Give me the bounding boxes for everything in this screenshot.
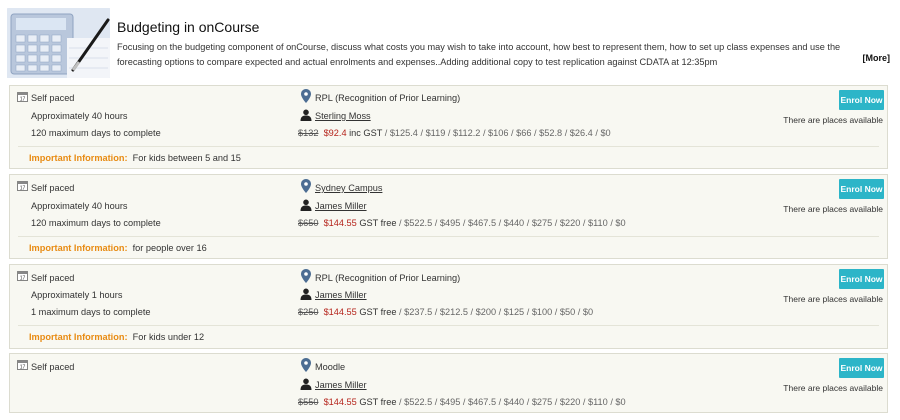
price-current: $144.55 bbox=[323, 397, 357, 407]
class-mode: Self paced bbox=[31, 93, 75, 103]
tutor-link[interactable]: James Miller bbox=[315, 290, 367, 300]
class-row: 17 Self paced Approximately 1 hours 1 ma… bbox=[9, 264, 888, 349]
row-divider bbox=[18, 325, 879, 326]
map-pin-icon bbox=[301, 358, 311, 372]
class-price: $250 $144.55 GST free / $237.5 / $212.5 … bbox=[298, 307, 593, 317]
person-icon bbox=[300, 109, 312, 121]
calendar-icon: 17 bbox=[17, 92, 28, 102]
class-price: $550 $144.55 GST free / $522.5 / $495 / … bbox=[298, 397, 626, 407]
important-info: Important Information: for people over 1… bbox=[29, 243, 207, 253]
class-row: 17 Self paced Moodle James Miller $550 $… bbox=[9, 353, 888, 413]
row-divider bbox=[18, 236, 879, 237]
enrol-now-button[interactable]: Enrol Now bbox=[839, 179, 884, 199]
important-info-label: Important Information: bbox=[29, 243, 128, 253]
important-info: Important Information: For kids under 12 bbox=[29, 332, 204, 342]
svg-text:17: 17 bbox=[20, 276, 26, 281]
class-price: $650 $144.55 GST free / $522.5 / $495 / … bbox=[298, 218, 626, 228]
class-price: $132 $92.4 inc GST / $125.4 / $119 / $11… bbox=[298, 128, 611, 138]
price-concessions: / $522.5 / $495 / $467.5 / $440 / $275 /… bbox=[396, 397, 626, 407]
class-max-days: 120 maximum days to complete bbox=[31, 218, 161, 228]
price-current: $144.55 bbox=[323, 218, 357, 228]
svg-text:17: 17 bbox=[20, 186, 26, 191]
person-icon bbox=[300, 199, 312, 211]
enrol-now-button[interactable]: Enrol Now bbox=[839, 269, 884, 289]
availability-status: There are places available bbox=[783, 294, 883, 304]
price-concessions: / $237.5 / $212.5 / $200 / $125 / $100 /… bbox=[396, 307, 594, 317]
course-description: Focusing on the budgeting component of o… bbox=[117, 42, 841, 67]
class-row: 17 Self paced Approximately 40 hours 120… bbox=[9, 174, 888, 259]
map-pin-icon bbox=[301, 179, 311, 193]
row-divider bbox=[18, 146, 879, 147]
class-row: 17 Self paced Approximately 40 hours 120… bbox=[9, 85, 888, 169]
important-info-text: For kids between 5 and 15 bbox=[132, 153, 241, 163]
gst-label: GST free bbox=[359, 307, 397, 317]
course-header: Budgeting in onCourse Focusing on the bu… bbox=[0, 0, 900, 82]
class-duration: Approximately 40 hours bbox=[31, 201, 128, 211]
location-link[interactable]: Sydney Campus bbox=[315, 183, 382, 193]
map-pin-icon bbox=[301, 269, 311, 283]
course-thumbnail-image bbox=[7, 8, 110, 78]
important-info-label: Important Information: bbox=[29, 153, 128, 163]
class-max-days: 120 maximum days to complete bbox=[31, 128, 161, 138]
important-info-label: Important Information: bbox=[29, 332, 128, 342]
availability-status: There are places available bbox=[783, 383, 883, 393]
class-mode: Self paced bbox=[31, 362, 75, 372]
class-location: Moodle bbox=[315, 362, 346, 372]
price-current: $144.55 bbox=[323, 307, 357, 317]
price-original: $132 bbox=[298, 128, 319, 138]
enrol-now-button[interactable]: Enrol Now bbox=[839, 358, 884, 378]
important-info-text: For kids under 12 bbox=[132, 332, 205, 342]
svg-text:17: 17 bbox=[20, 365, 26, 370]
class-mode: Self paced bbox=[31, 183, 75, 193]
course-page: Budgeting in onCourse Focusing on the bu… bbox=[0, 0, 900, 420]
calendar-icon: 17 bbox=[17, 271, 28, 281]
tutor-link[interactable]: Sterling Moss bbox=[315, 111, 371, 121]
availability-status: There are places available bbox=[783, 115, 883, 125]
class-duration: Approximately 40 hours bbox=[31, 111, 128, 121]
calendar-icon: 17 bbox=[17, 181, 28, 191]
price-concessions: / $125.4 / $119 / $112.2 / $106 / $66 / … bbox=[382, 128, 611, 138]
price-concessions: / $522.5 / $495 / $467.5 / $440 / $275 /… bbox=[396, 218, 626, 228]
gst-label: GST free bbox=[359, 397, 397, 407]
price-original: $650 bbox=[298, 218, 319, 228]
important-info: Important Information: For kids between … bbox=[29, 153, 241, 163]
enrol-now-button[interactable]: Enrol Now bbox=[839, 90, 884, 110]
course-title: Budgeting in onCourse bbox=[117, 19, 260, 35]
gst-label: GST free bbox=[359, 218, 397, 228]
class-location: RPL (Recognition of Prior Learning) bbox=[315, 93, 461, 103]
class-duration: Approximately 1 hours bbox=[31, 290, 123, 300]
price-current: $92.4 bbox=[323, 128, 347, 138]
tutor-link[interactable]: James Miller bbox=[315, 380, 367, 390]
class-location: RPL (Recognition of Prior Learning) bbox=[315, 273, 461, 283]
person-icon bbox=[300, 378, 312, 390]
price-original: $250 bbox=[298, 307, 319, 317]
svg-text:17: 17 bbox=[20, 97, 26, 102]
person-icon bbox=[300, 288, 312, 300]
more-link[interactable]: [More] bbox=[863, 53, 891, 63]
class-max-days: 1 maximum days to complete bbox=[31, 307, 151, 317]
class-mode: Self paced bbox=[31, 273, 75, 283]
tutor-link[interactable]: James Miller bbox=[315, 201, 367, 211]
calendar-icon: 17 bbox=[17, 360, 28, 370]
gst-label: inc GST bbox=[349, 128, 383, 138]
price-original: $550 bbox=[298, 397, 319, 407]
availability-status: There are places available bbox=[783, 204, 883, 214]
important-info-text: for people over 16 bbox=[132, 243, 207, 253]
map-pin-icon bbox=[301, 89, 311, 103]
